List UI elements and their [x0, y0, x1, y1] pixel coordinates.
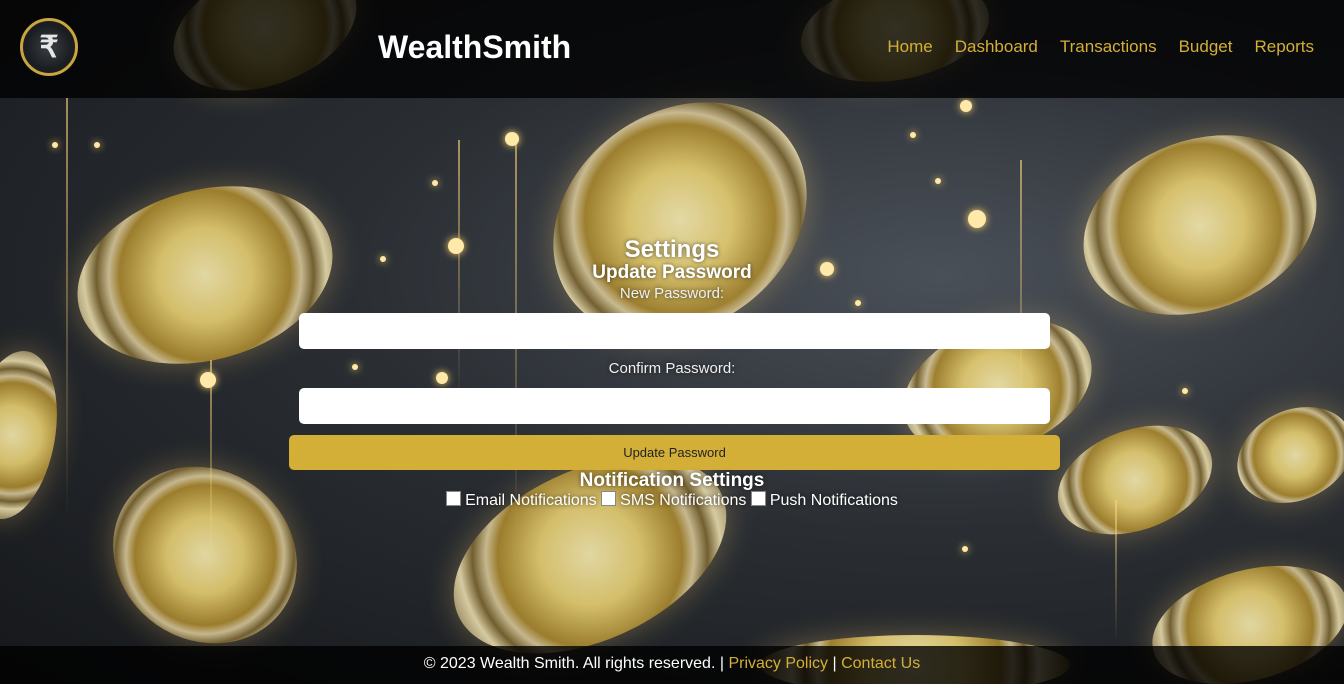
settings-section: Settings Update Password New Password: C… [0, 98, 1344, 646]
rupee-logo-icon[interactable]: ₹ [20, 18, 78, 76]
copyright-text: © 2023 Wealth Smith. All rights reserved… [423, 655, 716, 672]
sms-notifications-checkbox[interactable] [601, 491, 617, 506]
new-password-label: New Password: [619, 285, 725, 302]
update-password-button[interactable]: Update Password [289, 435, 1060, 470]
notification-options: Email Notifications SMS Notifications Pu… [0, 491, 1344, 510]
email-notifications-checkbox[interactable] [446, 491, 462, 506]
nav-transactions-link[interactable]: Transactions [1060, 37, 1157, 57]
nav-home-link[interactable]: Home [887, 37, 932, 57]
footer-separator: | [832, 655, 837, 672]
page-title: Settings [624, 236, 720, 263]
email-notifications-label: Email Notifications [465, 492, 597, 509]
footer-separator: | [719, 655, 724, 672]
push-notifications-label: Push Notifications [769, 492, 898, 509]
confirm-password-label: Confirm Password: [608, 360, 736, 377]
top-navbar: ₹ WealthSmith Home Dashboard Transaction… [0, 0, 1344, 98]
privacy-policy-link[interactable]: Privacy Policy [728, 655, 828, 672]
confirm-password-input[interactable] [299, 388, 1050, 424]
sms-notifications-label: SMS Notifications [620, 492, 747, 509]
brand-title: WealthSmith [378, 29, 572, 65]
page-footer: © 2023 Wealth Smith. All rights reserved… [0, 646, 1344, 684]
update-password-heading: Update Password [592, 262, 752, 283]
notification-settings-heading: Notification Settings [579, 470, 765, 491]
main-nav: Home Dashboard Transactions Budget Repor… [887, 37, 1314, 57]
push-notifications-checkbox[interactable] [750, 491, 766, 506]
nav-budget-link[interactable]: Budget [1179, 37, 1233, 57]
nav-dashboard-link[interactable]: Dashboard [955, 37, 1038, 57]
new-password-input[interactable] [299, 313, 1050, 349]
contact-us-link[interactable]: Contact Us [841, 655, 920, 672]
nav-reports-link[interactable]: Reports [1254, 37, 1314, 57]
